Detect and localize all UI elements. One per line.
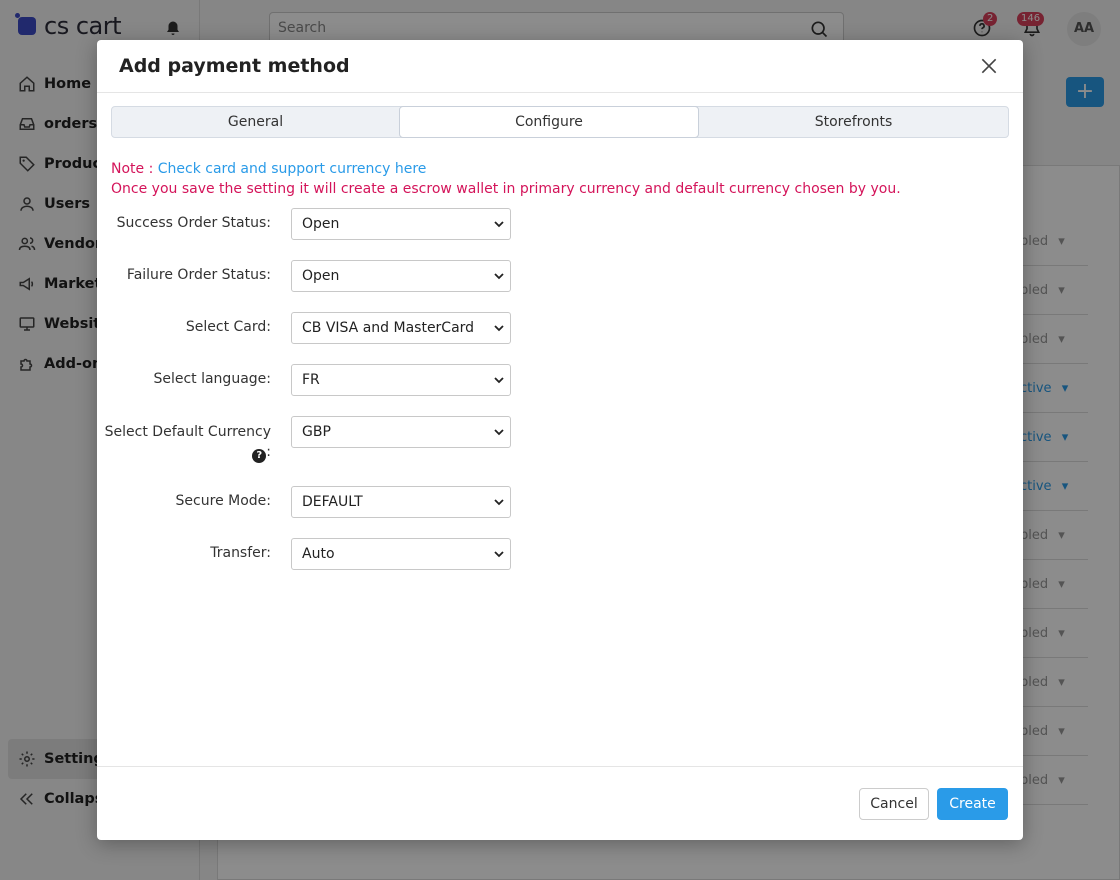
currency-label-text: Select Default Currency	[104, 424, 271, 440]
currency-label-suffix: :	[266, 444, 271, 460]
note: Note : Check card and support currency h…	[111, 159, 901, 199]
failure-status-label: Failure Order Status:	[126, 267, 271, 283]
tab-configure[interactable]: Configure	[399, 106, 699, 138]
success-status-select[interactable]: Open	[291, 208, 511, 240]
chevron-down-icon	[494, 551, 504, 558]
modal-header: Add payment method	[97, 40, 1023, 93]
secure-mode-value: DEFAULT	[302, 494, 363, 510]
chevron-down-icon	[494, 377, 504, 384]
card-select[interactable]: CB VISA and MasterCard	[291, 312, 511, 344]
create-button[interactable]: Create	[937, 788, 1008, 820]
chevron-down-icon	[494, 429, 504, 436]
chevron-down-icon	[494, 499, 504, 506]
tab-general[interactable]: General	[112, 107, 399, 137]
secure-mode-select[interactable]: DEFAULT	[291, 486, 511, 518]
modal-footer: Cancel Create	[97, 766, 1023, 840]
language-label: Select language:	[153, 371, 271, 387]
add-payment-method-dialog: Add payment method General Configure Sto…	[97, 40, 1023, 840]
currency-value: GBP	[302, 424, 331, 440]
failure-status-select[interactable]: Open	[291, 260, 511, 292]
chevron-down-icon	[494, 325, 504, 332]
transfer-value: Auto	[302, 546, 335, 562]
transfer-row: Transfer: Auto	[97, 538, 1023, 570]
transfer-label: Transfer:	[210, 545, 271, 561]
currency-label: Select Default Currency ?:	[105, 422, 271, 463]
success-status-label: Success Order Status:	[116, 215, 271, 231]
close-icon[interactable]	[979, 56, 999, 76]
failure-status-value: Open	[302, 268, 340, 284]
transfer-select[interactable]: Auto	[291, 538, 511, 570]
currency-row: Select Default Currency ?: GBP	[97, 416, 1023, 468]
tab-storefronts[interactable]: Storefronts	[699, 107, 1008, 137]
language-row: Select language: FR	[97, 364, 1023, 396]
question-icon[interactable]: ?	[252, 449, 267, 463]
failure-status-row: Failure Order Status: Open	[97, 260, 1023, 292]
note-prefix: Note :	[111, 161, 158, 177]
language-select[interactable]: FR	[291, 364, 511, 396]
success-status-row: Success Order Status: Open	[97, 208, 1023, 240]
tab-bar: General Configure Storefronts	[111, 106, 1009, 138]
chevron-down-icon	[494, 221, 504, 228]
chevron-down-icon	[494, 273, 504, 280]
modal-title: Add payment method	[119, 55, 350, 77]
secure-mode-row: Secure Mode: DEFAULT	[97, 486, 1023, 518]
note-link[interactable]: Check card and support currency here	[158, 161, 427, 177]
currency-select[interactable]: GBP	[291, 416, 511, 448]
success-status-value: Open	[302, 216, 340, 232]
language-value: FR	[302, 372, 320, 388]
secure-mode-label: Secure Mode:	[175, 493, 271, 509]
card-value: CB VISA and MasterCard	[302, 320, 475, 336]
card-label: Select Card:	[185, 319, 271, 335]
card-row: Select Card: CB VISA and MasterCard	[97, 312, 1023, 344]
note-text: Once you save the setting it will create…	[111, 181, 901, 197]
cancel-button[interactable]: Cancel	[859, 788, 929, 820]
